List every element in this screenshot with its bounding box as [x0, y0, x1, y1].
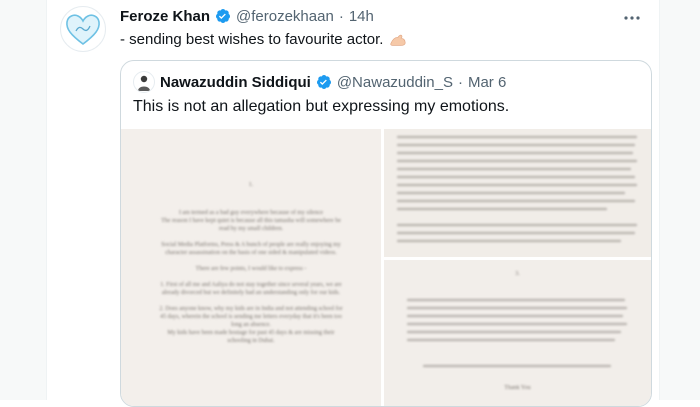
heart-logo-icon	[66, 14, 100, 46]
quoted-author-name: Nawazuddin Siddiqui	[160, 73, 311, 91]
statement-page-3-image[interactable]: 3. Thank You	[384, 260, 651, 406]
page-1-paragraph: 2. Does anyone know, why my kids are in …	[159, 306, 343, 344]
page-1-paragraph: 1. First of all me and Aaliya do not sta…	[160, 282, 342, 296]
page-1-paragraph: I am termed as a bad guy everywhere beca…	[161, 210, 341, 232]
blurred-text-lines	[396, 135, 638, 243]
separator-dot: ·	[457, 73, 463, 91]
verified-badge-icon	[316, 75, 331, 89]
tweet-text: - sending best wishes to favourite actor…	[120, 30, 407, 50]
author-handle[interactable]: @ferozekhaan	[236, 8, 334, 25]
quoted-author-handle: @Nawazuddin_S	[336, 73, 453, 91]
page-1-paragraph: There are few points, I would like to ex…	[195, 266, 307, 272]
flexed-biceps-emoji-icon	[390, 34, 407, 46]
quoted-tweet-timestamp: Mar 6	[467, 73, 507, 91]
tweet-timestamp[interactable]: 14h	[349, 8, 374, 25]
quoted-author-avatar	[133, 71, 155, 93]
page-1-paragraph: Social Media Platforms, Press & A bunch …	[161, 242, 341, 256]
more-options-button[interactable]	[622, 8, 642, 28]
author-name[interactable]: Feroze Khan	[120, 8, 210, 25]
quoted-tweet-header: Nawazuddin Siddiqui @Nawazuddin_S · Mar …	[133, 71, 506, 93]
ellipsis-icon	[624, 16, 640, 20]
author-avatar[interactable]	[60, 6, 106, 52]
separator-dot: ·	[338, 7, 344, 25]
quoted-tweet-media[interactable]: 1. I am termed as a bad guy everywhere b…	[121, 129, 651, 406]
tweet-header: Feroze Khan @ferozekhaan · 14h	[120, 6, 374, 26]
page-1-number: 1.	[248, 182, 254, 188]
quoted-tweet-text: This is not an allegation but expressing…	[133, 98, 510, 115]
person-avatar-icon	[138, 75, 150, 91]
tweet-text-content: - sending best wishes to favourite actor…	[120, 31, 384, 48]
quoted-tweet[interactable]: Nawazuddin Siddiqui @Nawazuddin_S · Mar …	[120, 60, 652, 407]
page-3-closing: Thank You	[504, 385, 531, 391]
statement-page-2-image[interactable]	[384, 129, 651, 257]
verified-badge-icon	[216, 9, 231, 23]
statement-page-1-image[interactable]: 1. I am termed as a bad guy everywhere b…	[121, 129, 381, 406]
